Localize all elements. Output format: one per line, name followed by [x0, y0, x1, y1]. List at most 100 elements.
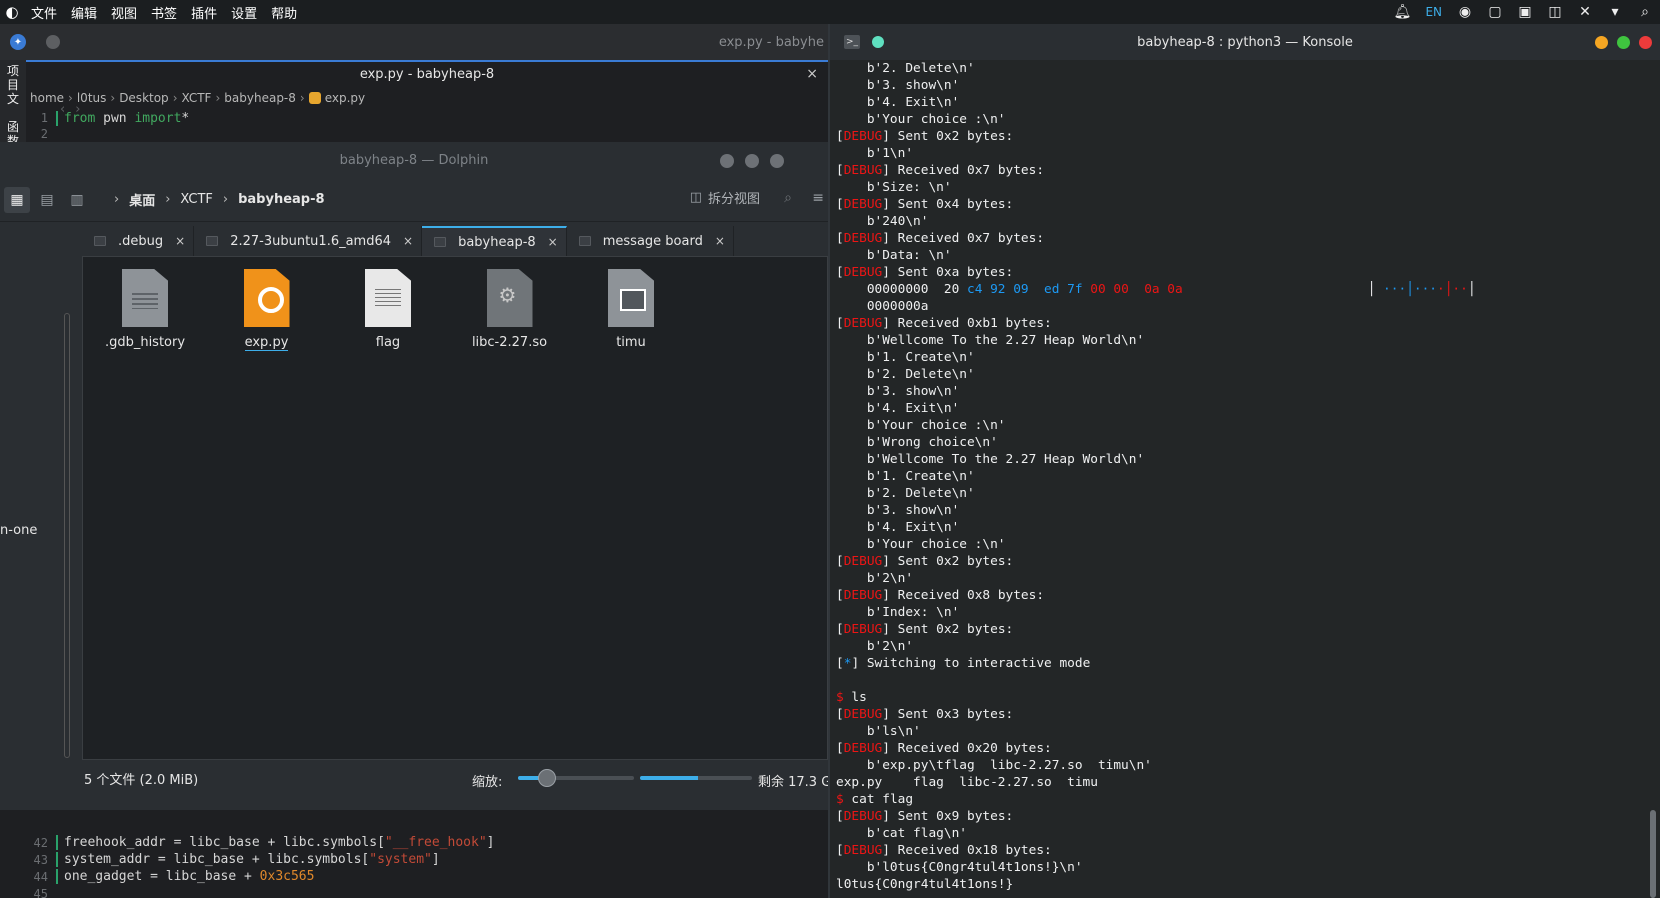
file-view[interactable]: .gdb_history exp.py flag libc-2.27.so timu	[82, 256, 828, 760]
dolphin-tab[interactable]: .debug ×	[82, 226, 195, 256]
editor-pin-button[interactable]	[46, 35, 60, 49]
dolphin-tab[interactable]: 2.27-3ubuntu1.6_amd64 ×	[194, 226, 423, 256]
terminal-output[interactable]: b'2. Delete\n' b'3. show\n' b'4. Exit\n'…	[836, 60, 1656, 898]
file-name: .gdb_history	[104, 335, 186, 350]
terminal-token: b'3. show\n'	[836, 503, 960, 518]
file-item[interactable]: flag	[338, 269, 438, 350]
file-item[interactable]: exp.py	[217, 269, 317, 351]
terminal-token: ] Sent 0xa bytes:	[882, 265, 1014, 280]
kde-logo-icon[interactable]: ◐	[0, 0, 24, 24]
close-button[interactable]	[770, 154, 784, 168]
breadcrumb-item[interactable]: 桌面	[129, 190, 155, 209]
zoom-slider-handle[interactable]	[538, 769, 556, 787]
terminal-token: 00000000 20	[836, 282, 967, 297]
terminal-token: ] Sent 0x3 bytes:	[882, 707, 1014, 722]
terminal-token: ] Switching to interactive mode	[851, 656, 1091, 671]
terminal-line: $ cat flag	[836, 791, 1656, 808]
hamburger-menu-icon[interactable]: ≡	[812, 190, 824, 206]
bluetooth-icon[interactable]: ◫	[1544, 3, 1566, 21]
terminal-token: 00 00 0a 0a	[1090, 282, 1183, 297]
zoom-slider[interactable]	[518, 769, 634, 787]
dolphin-tab[interactable]: message board ×	[566, 226, 734, 256]
breadcrumb-item[interactable]: home	[30, 91, 64, 105]
maximize-button[interactable]	[1617, 36, 1630, 49]
terminal-token: [	[836, 809, 844, 824]
breadcrumb-separator: ›	[222, 192, 229, 207]
code-token: system_addr = libc_base + libc.symbols[	[64, 852, 370, 867]
breadcrumb-item[interactable]: Desktop	[119, 91, 169, 105]
terminal-token: [	[836, 163, 844, 178]
file-name: timu	[616, 335, 646, 350]
split-view-button[interactable]: ◫ 拆分视图	[690, 188, 760, 207]
maximize-button[interactable]	[745, 154, 759, 168]
search-icon[interactable]: ⌕	[1634, 3, 1656, 21]
close-icon[interactable]: ×	[548, 235, 558, 249]
terminal-token: b'Wellcome To the 2.27 Heap World\n'	[836, 452, 1145, 467]
folder-icon	[578, 236, 591, 246]
minimize-button[interactable]	[720, 154, 734, 168]
terminal-scrollbar[interactable]	[1650, 810, 1656, 898]
chevron-down-icon[interactable]: ▾	[1604, 3, 1626, 21]
terminal-line: b'1\n'	[836, 145, 1656, 162]
search-icon[interactable]: ⌕	[784, 190, 792, 206]
file-item[interactable]: libc-2.27.so	[460, 269, 560, 350]
terminal-line: b'240\n'	[836, 213, 1656, 230]
menu-item[interactable]: 文件	[24, 3, 64, 22]
menu-item[interactable]: 编辑	[64, 3, 104, 22]
terminal-line: b'exp.py\tflag libc-2.27.so timu\n'	[836, 757, 1656, 774]
minimize-button[interactable]	[1595, 36, 1608, 49]
terminal-line: [DEBUG] Sent 0x9 bytes:	[836, 808, 1656, 825]
breadcrumb-item[interactable]: babyheap-8	[224, 91, 296, 105]
close-icon[interactable]: ×	[403, 234, 413, 248]
terminal-token: b'1\n'	[836, 146, 914, 161]
terminal-token: b'exp.py\tflag libc-2.27.so timu\n'	[836, 758, 1152, 773]
folder-icon	[94, 236, 106, 246]
terminal-token: b'4. Exit\n'	[836, 401, 960, 416]
breadcrumb-item[interactable]: exp.py	[325, 91, 365, 105]
places-item-label[interactable]: n-one	[0, 523, 37, 538]
editor-tab-title: exp.py - babyheap-8	[359, 66, 495, 82]
menu-item[interactable]: 书签	[144, 3, 184, 22]
terminal-token: b'3. show\n'	[836, 78, 960, 93]
mute-icon[interactable]: ✕	[1574, 3, 1596, 21]
konsole-pin-button[interactable]	[872, 36, 884, 48]
terminal-line: b'l0tus{C0ngr4tul4t1ons!}\n'	[836, 859, 1656, 876]
clipboard-icon[interactable]: ▢	[1484, 3, 1506, 21]
close-icon[interactable]: ×	[715, 234, 725, 248]
terminal-token: ] Sent 0x2 bytes:	[882, 129, 1014, 144]
places-scrollbar[interactable]	[64, 313, 70, 758]
terminal-line: [DEBUG] Received 0x8 bytes:	[836, 587, 1656, 604]
terminal-line: b'4. Exit\n'	[836, 519, 1656, 536]
breadcrumb-item[interactable]: XCTF	[180, 192, 212, 207]
file-item[interactable]: .gdb_history	[95, 269, 195, 350]
compact-view-icon[interactable]: ▤	[34, 187, 60, 213]
breadcrumb-item[interactable]: XCTF	[182, 91, 212, 105]
dolphin-tab[interactable]: babyheap-8 ×	[422, 226, 567, 256]
breadcrumb-item[interactable]: l0tus	[77, 91, 107, 105]
editor-tab[interactable]: ‹› exp.py - babyheap-8 ×	[26, 60, 828, 117]
breadcrumb-item[interactable]: babyheap-8	[238, 192, 324, 207]
editor-tab-close-icon[interactable]: ×	[806, 66, 818, 82]
menu-item[interactable]: 视图	[104, 3, 144, 22]
menu-item[interactable]: 插件	[184, 3, 224, 22]
code-view-bottom[interactable]: 42 freehook_addr = libc_base + libc.symbo…	[26, 834, 828, 898]
line-number: 45	[33, 886, 48, 898]
icons-view-icon[interactable]: ▦	[4, 186, 30, 213]
terminal-line: [DEBUG] Received 0x7 bytes:	[836, 162, 1656, 179]
close-button[interactable]	[1639, 36, 1652, 49]
menu-item[interactable]: 帮助	[264, 3, 304, 22]
network-icon[interactable]: ◉	[1454, 3, 1476, 21]
file-item[interactable]: timu	[581, 269, 681, 350]
menu-item[interactable]: 设置	[224, 3, 264, 22]
close-icon[interactable]: ×	[175, 234, 185, 248]
bell-icon[interactable]: 🔔︎	[1391, 3, 1413, 21]
terminal-token: DEBUG	[843, 809, 883, 824]
terminal-token: b'2\n'	[836, 571, 914, 586]
plain-file-icon	[365, 269, 411, 327]
input-language[interactable]: EN	[1421, 3, 1446, 21]
details-view-icon[interactable]: ▥	[64, 187, 90, 213]
location-breadcrumb[interactable]: › 桌面 › XCTF › babyheap-8	[104, 190, 325, 209]
terminal-line: b'Wellcome To the 2.27 Heap World\n'	[836, 332, 1656, 349]
mail-icon[interactable]: ▣	[1514, 3, 1536, 21]
terminal-token: DEBUG	[843, 843, 883, 858]
